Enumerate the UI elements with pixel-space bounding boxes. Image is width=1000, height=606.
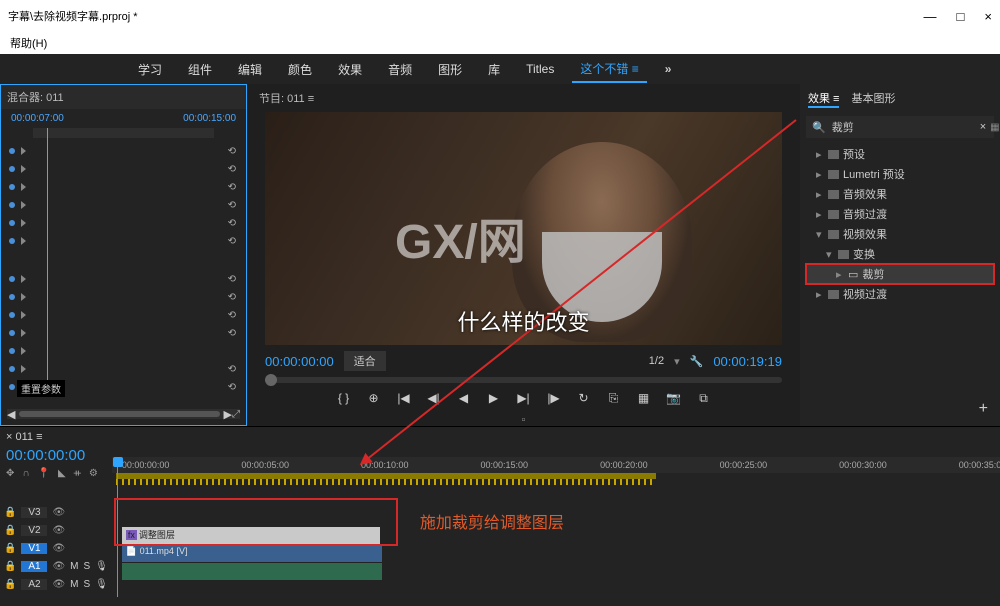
undo-icon[interactable]: ⟲ (228, 146, 236, 157)
program-right-tc: 00:00:19:19 (713, 354, 782, 369)
mark-in-out[interactable]: { } (336, 391, 352, 406)
effect-item[interactable]: ▾视频效果 (806, 224, 994, 244)
extract[interactable]: ▦ (636, 391, 652, 406)
effect-item[interactable]: ▾变换 (806, 244, 994, 264)
lift[interactable]: ⎘ (606, 391, 622, 406)
tab-learn[interactable]: 学习 (130, 57, 170, 82)
program-left-tc[interactable]: 00:00:00:00 (265, 354, 334, 369)
tab-effects-ws[interactable]: 效果 (330, 57, 370, 82)
step-back[interactable]: ◀| (426, 391, 442, 406)
tl-tool-1[interactable]: ∩ (22, 468, 29, 479)
loop[interactable]: ↻ (576, 391, 592, 406)
essential-graphics-tab[interactable]: 基本图形 (851, 90, 895, 108)
export-frame[interactable]: 📷 (666, 391, 682, 406)
tl-tool-5[interactable]: ⚙ (89, 468, 98, 479)
tl-tool-0[interactable]: ✥ (6, 468, 14, 479)
compare[interactable]: ⧉ (696, 391, 712, 406)
track-header[interactable]: 🔒A1👁MS🎙 (0, 557, 112, 575)
effect-item[interactable]: ▸音频过渡 (806, 204, 994, 224)
tab-titles[interactable]: Titles (518, 58, 562, 80)
tab-audio[interactable]: 音频 (380, 57, 420, 82)
annotation-text: 施加裁剪给调整图层 (420, 509, 564, 533)
clip-adjustment-layer[interactable]: fx调整图层 (122, 527, 380, 544)
go-in[interactable]: |◀ (396, 391, 412, 406)
program-title: 节目: 011 ≡ (251, 84, 796, 112)
timeline-tc[interactable]: 00:00:00:00 (0, 447, 112, 464)
effect-item[interactable]: ▸Lumetri 预设 (806, 164, 994, 184)
step-fwd[interactable]: ▶| (516, 391, 532, 406)
tl-tool-2[interactable]: 📍 (38, 468, 50, 479)
src-scroll-thumb[interactable] (19, 411, 219, 417)
effect-item[interactable]: ▸视频过渡 (806, 284, 994, 304)
tl-tool-4[interactable]: ᚑ (74, 468, 81, 479)
sequence-tab[interactable]: × 011 ≡ (0, 427, 112, 447)
play-back[interactable]: ◀ (456, 391, 472, 406)
tab-library[interactable]: 库 (480, 57, 508, 82)
effects-search-input[interactable] (830, 120, 976, 134)
search-icon: 🔍 (812, 121, 826, 134)
tab-custom[interactable]: 这个不错 ≡ (572, 56, 646, 83)
clear-search[interactable]: × (980, 121, 986, 133)
watermark: GX/网 (395, 202, 526, 272)
menu-help[interactable]: 帮助(H) (10, 35, 47, 51)
add-marker[interactable]: ⊕ (366, 391, 382, 406)
go-out[interactable]: |▶ (546, 391, 562, 406)
min-button[interactable]: — (924, 9, 937, 24)
video-subtitle: 什么样的改变 (457, 305, 589, 337)
play-button[interactable]: ▶ (486, 391, 502, 406)
clip-video[interactable]: 📄 011.mp4 [V] (122, 545, 382, 562)
expand-icon[interactable]: ⤢ (232, 409, 240, 420)
track-header[interactable]: 🔒A2👁MS🎙 (0, 575, 112, 593)
track-header[interactable]: 🔒V1👁 (0, 539, 112, 557)
effect-item[interactable]: ▸音频效果 (806, 184, 994, 204)
effects-panel-tab[interactable]: 效果 ≡ (808, 90, 839, 108)
tab-editing[interactable]: 编辑 (230, 57, 270, 82)
program-scrubber[interactable] (265, 377, 782, 383)
max-button[interactable]: □ (957, 9, 965, 24)
clip-audio[interactable] (122, 563, 382, 580)
preset-icon[interactable]: ▦ (990, 122, 999, 133)
effect-item[interactable]: ▸预设 (806, 144, 994, 164)
program-monitor[interactable]: GX/网 什么样的改变 (265, 112, 782, 345)
tl-tool-3[interactable]: ◣ (58, 468, 66, 479)
reset-params[interactable]: 重置参数 (17, 380, 65, 397)
tab-assembly[interactable]: 组件 (180, 57, 220, 82)
track-header[interactable]: 🔒V3👁 (0, 503, 112, 521)
src-left-tc: 00:00:07:00 (11, 113, 64, 124)
res-half[interactable]: 1/2 (649, 355, 664, 367)
close-button[interactable]: × (984, 9, 992, 24)
effect-item[interactable]: ▸▭裁剪 (806, 264, 994, 284)
src-right-tc: 00:00:15:00 (183, 113, 236, 124)
zoom-fit[interactable]: 适合 (344, 351, 386, 371)
tab-overflow[interactable]: » (657, 58, 680, 80)
source-playhead[interactable] (47, 128, 48, 380)
project-title: 字幕\去除视频字幕.prproj * (8, 8, 138, 24)
tab-graphics[interactable]: 图形 (430, 57, 470, 82)
source-panel-title: 混合器: 011 (1, 85, 246, 109)
track-header[interactable]: 🔒V2👁 (0, 521, 112, 539)
settings-icon[interactable]: 🔧 (690, 355, 704, 368)
new-bin-button[interactable]: + (800, 392, 1000, 426)
tab-color[interactable]: 颜色 (280, 57, 320, 82)
